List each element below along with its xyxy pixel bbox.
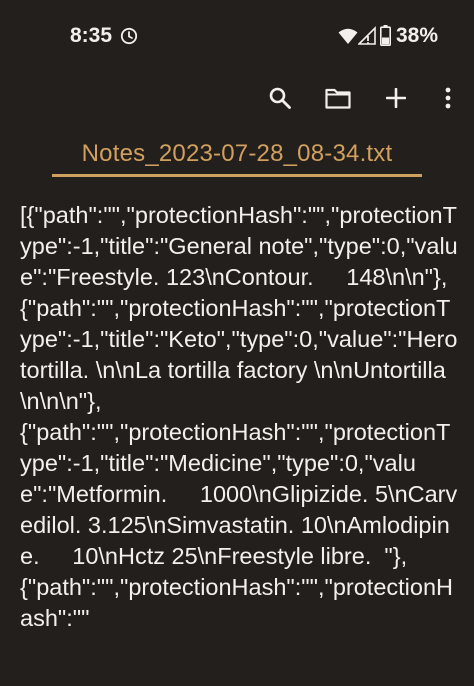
status-time: 8:35 bbox=[70, 24, 113, 47]
signal-icon bbox=[358, 26, 376, 45]
file-content-text[interactable]: [{"path":"","protectionHash":"","protect… bbox=[20, 200, 460, 634]
battery-icon bbox=[380, 25, 391, 46]
more-options-button[interactable] bbox=[430, 80, 466, 116]
search-button[interactable] bbox=[262, 80, 298, 116]
file-name-tab[interactable]: Notes_2023-07-28_08-34.txt bbox=[52, 140, 422, 168]
editor-screen: 8:35 38% Notes_2023-07-28_08-34.txt [{"p… bbox=[0, 0, 474, 686]
alarm-icon bbox=[120, 27, 138, 45]
battery-percent: 38% bbox=[396, 24, 439, 47]
add-button[interactable] bbox=[378, 80, 414, 116]
file-tab-underline bbox=[52, 174, 422, 177]
status-bar: 8:35 38% bbox=[0, 0, 474, 72]
folder-icon bbox=[325, 88, 351, 109]
more-vert-icon bbox=[445, 87, 451, 109]
add-icon bbox=[386, 88, 406, 108]
wifi-icon bbox=[338, 28, 358, 44]
search-icon bbox=[269, 87, 291, 109]
open-folder-button[interactable] bbox=[320, 80, 356, 116]
